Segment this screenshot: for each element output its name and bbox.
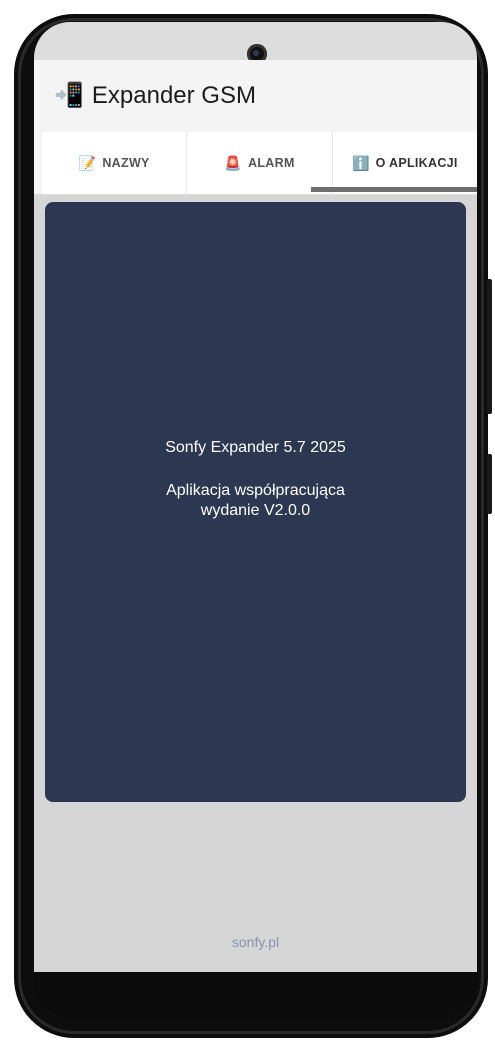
tab-label: O APLIKACJI [375,156,458,170]
app-title: Expander GSM [91,82,256,109]
about-card: Sonfy Expander 5.7 2025 Aplikacja współp… [45,202,466,802]
app-bar: 📲 Expander GSM [34,60,477,132]
siren-icon: 🚨 [224,154,243,171]
memo-icon: 📝 [78,154,97,171]
tabs-edge [34,132,42,194]
app-edition-text: wydanie V2.0.0 [200,502,311,519]
tab-bar: 📝 NAZWY 🚨 ALARM ℹ️ O APLIKACJI [42,132,477,195]
tab-label: ALARM [248,156,295,170]
website-link[interactable]: sonfy.pl [34,934,477,950]
tab-nazwy[interactable]: 📝 NAZWY [42,132,188,194]
tab-o-aplikacji[interactable]: ℹ️ O APLIKACJI [333,132,477,194]
app-description-text: Aplikacja współpracująca [166,482,345,499]
volume-button [487,279,492,414]
tab-alarm[interactable]: 🚨 ALARM [187,132,333,194]
power-button [487,454,492,514]
mobile-arrow-icon: 📲 [54,82,84,109]
app-version-text: Sonfy Expander 5.7 2025 [165,439,346,456]
navigation-bar [34,972,477,1018]
active-tab-indicator [311,187,477,192]
info-icon: ℹ️ [351,154,370,171]
app-screen: 📲 Expander GSM 📝 NAZWY 🚨 ALARM ℹ️ O APLI… [34,60,477,972]
tab-label: NAZWY [102,156,150,170]
